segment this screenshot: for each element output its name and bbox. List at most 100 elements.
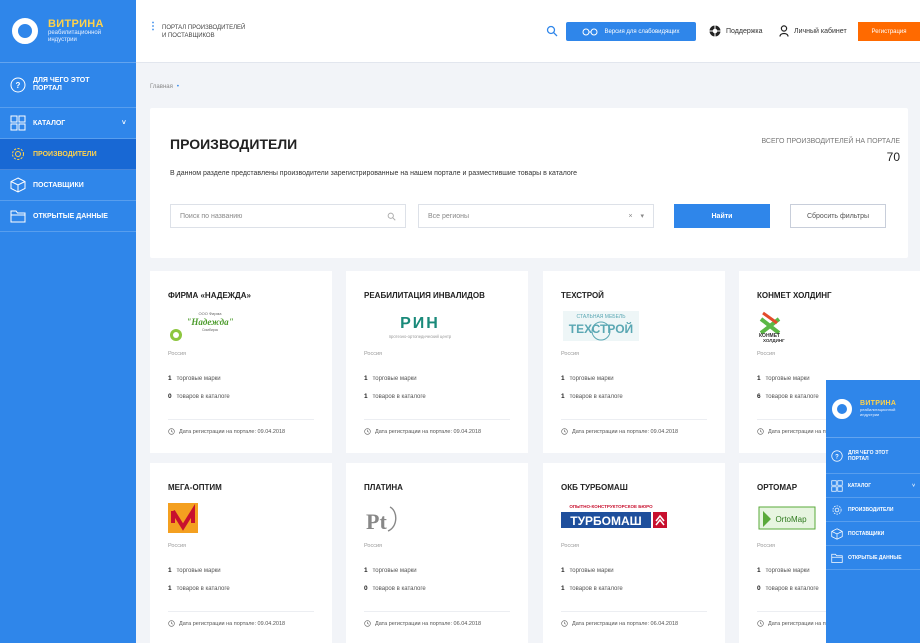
breadcrumb-home[interactable]: Главная — [150, 84, 173, 90]
logo-ring-icon — [832, 398, 852, 419]
goods-stat: 0 товаров в каталоге — [757, 585, 819, 592]
box-icon — [10, 177, 26, 193]
search-input[interactable]: Поиск по названию — [170, 204, 406, 228]
goods-stat: 1 товаров в каталоге — [561, 585, 623, 592]
manufacturer-country: Россия — [757, 351, 776, 357]
menu-dots-icon[interactable]: ⋮ — [148, 22, 158, 32]
divider — [561, 611, 707, 612]
nadezhda-logo-bottom: Симбирск — [202, 328, 219, 332]
sidebar-item-catalog-label: КАТАЛОГ — [848, 482, 872, 489]
manufacturer-country: Россия — [168, 351, 187, 357]
manufacturer-name[interactable]: КОНМЕТ ХОЛДИНГ — [757, 291, 832, 300]
turbomash-logo: ОПЫТНО-КОНСТРУКТОРСКОЕ БЮРО ТУРБОМАШ — [561, 501, 681, 535]
chevron-down-icon: ˅ — [121, 119, 126, 127]
reset-filters-button[interactable]: Сбросить фильтры — [790, 204, 886, 228]
manufacturer-name[interactable]: ОРТОМАР — [757, 483, 797, 492]
sidebar-item-about[interactable]: ? ДЛЯ ЧЕГО ЭТОТ ПОРТАЛ — [0, 63, 136, 108]
page-description: В данном разделе представлены производит… — [170, 170, 578, 177]
sidebar-item-open-data[interactable]: ОТКРЫТЫЕ ДАННЫЕ — [0, 201, 136, 232]
brand-logo[interactable]: ВИТРИНА реабилитационной индустрии — [826, 380, 920, 438]
registration-date: Дата регистрации на портале: 09.04.2018 — [364, 428, 481, 435]
sidebar-item-about-label-line2: ПОРТАЛ — [848, 455, 869, 462]
sidebar-item-about[interactable]: ? ДЛЯ ЧЕГО ЭТОТ ПОРТАЛ — [826, 438, 920, 474]
goods-stat: 1 товаров в каталоге — [364, 393, 426, 400]
region-select-value: Все регионы — [428, 212, 470, 220]
manufacturer-name[interactable]: РЕАБИЛИТАЦИЯ ИНВАЛИДОВ — [364, 291, 485, 300]
sidebar-item-catalog-label: КАТАЛОГ — [33, 119, 66, 127]
sidebar-item-suppliers[interactable]: ПОСТАВЩИКИ — [0, 170, 136, 201]
sidebar-item-suppliers-label: ПОСТАВЩИКИ — [33, 181, 84, 189]
manufacturer-card[interactable]: ФИРМА «НАДЕЖДА» ООО Фирма "Надежда" Симб… — [150, 271, 332, 453]
manufacturer-country: Россия — [561, 543, 580, 549]
support-link[interactable]: Поддержка — [709, 25, 763, 37]
tehstroy-logo-top: СТАЛЬНАЯ МЕБЕЛЬ — [577, 314, 627, 320]
top-bar: ⋮ ПОРТАЛ ПРОИЗВОДИТЕЛЕЙ И ПОСТАВЩИКОВ Ве… — [136, 0, 920, 63]
registration-date: Дата регистрации на портале: 09.04.2018 — [168, 428, 285, 435]
lifebuoy-icon — [709, 25, 721, 37]
register-button[interactable]: Регистрация — [858, 22, 920, 41]
divider — [168, 611, 314, 612]
sidebar-item-suppliers[interactable]: ПОСТАВЩИКИ — [826, 522, 920, 546]
brands-stat: 1 торговые марки — [757, 375, 810, 382]
manufacturer-name[interactable]: ТЕХСТРОЙ — [561, 291, 604, 300]
sidebar-item-manufacturers[interactable]: ПРОИЗВОДИТЕЛИ — [0, 139, 136, 170]
clock-icon — [757, 620, 764, 627]
brand-logo[interactable]: ВИТРИНА реабилитационной индустрии — [0, 0, 136, 63]
brand-subtitle-line2: индустрии — [48, 37, 77, 43]
mega-optim-logo — [168, 501, 268, 535]
goods-stat: 6 товаров в каталоге — [757, 393, 819, 400]
manufacturer-name[interactable]: ФИРМА «НАДЕЖДА» — [168, 291, 251, 300]
brand-subtitle-line2: индустрии — [860, 412, 880, 417]
find-button[interactable]: Найти — [674, 204, 770, 228]
clock-icon — [561, 620, 568, 627]
rin-logo: РИН протезно-ортопедический центр — [364, 309, 464, 343]
brands-stat: 1 торговые марки — [168, 375, 221, 382]
sidebar-item-catalog[interactable]: КАТАЛОГ ˅ — [0, 108, 136, 139]
manufacturer-name[interactable]: ПЛАТИНА — [364, 483, 403, 492]
clock-icon — [364, 428, 371, 435]
divider — [364, 611, 510, 612]
sidebar: ВИТРИНА реабилитационной индустрии ? ДЛЯ… — [0, 0, 136, 643]
support-label: Поддержка — [726, 27, 763, 35]
manufacturer-card[interactable]: МЕГА-ОПТИМ Россия 1 торговые марки 1 товар… — [150, 463, 332, 643]
tehstroy-logo-text: ТЕХСТРОЙ — [569, 321, 633, 336]
manufacturer-name[interactable]: ОКБ ТУРБОМАШ — [561, 483, 628, 492]
manufacturer-country: Россия — [168, 543, 187, 549]
breadcrumb: Главная • — [150, 84, 179, 90]
low-vision-version-button[interactable]: Версия для слабовидящих — [566, 22, 696, 41]
goods-stat: 1 товаров в каталоге — [168, 585, 230, 592]
svg-text:?: ? — [835, 454, 839, 460]
user-icon — [779, 25, 789, 37]
total-manufacturers-count: 70 — [886, 150, 900, 164]
portal-label[interactable]: ⋮ ПОРТАЛ ПРОИЗВОДИТЕЛЕЙ И ПОСТАВЩИКОВ — [148, 22, 245, 40]
logo-ring-icon — [12, 18, 38, 44]
platina-logo-text: Pt — [366, 509, 387, 534]
manufacturer-card[interactable]: РЕАБИЛИТАЦИЯ ИНВАЛИДОВ РИН протезно-орто… — [346, 271, 528, 453]
chevron-down-icon: ▾ — [640, 213, 644, 220]
sidebar-item-open-data-label: ОТКРЫТЫЕ ДАННЫЕ — [848, 554, 902, 561]
folder-icon — [831, 553, 843, 563]
brands-stat: 1 торговые марки — [561, 375, 614, 382]
clear-icon[interactable]: × — [628, 213, 632, 220]
search-icon — [387, 212, 396, 221]
brands-stat: 1 торговые марки — [757, 567, 810, 574]
manufacturer-card[interactable]: ПЛАТИНА Pt Россия 1 торговые марки 0 товар… — [346, 463, 528, 643]
region-select[interactable]: Все регионы × ▾ — [418, 204, 654, 228]
manufacturer-card[interactable]: ТЕХСТРОЙ СТАЛЬНАЯ МЕБЕЛЬ ТЕХСТРОЙ Россия… — [543, 271, 725, 453]
box-icon — [831, 527, 843, 540]
sidebar-item-about-label-line2: ПОРТАЛ — [33, 85, 62, 92]
manufacturer-card[interactable]: ОКБ ТУРБОМАШ ОПЫТНО-КОНСТРУКТОРСКОЕ БЮРО… — [543, 463, 725, 643]
glasses-icon — [582, 28, 598, 35]
brand-title: ВИТРИНА — [48, 18, 104, 30]
manufacturer-name[interactable]: МЕГА-ОПТИМ — [168, 483, 222, 492]
search-icon[interactable] — [546, 25, 558, 37]
sidebar-item-open-data[interactable]: ОТКРЫТЫЕ ДАННЫЕ — [826, 546, 920, 570]
sidebar-item-catalog[interactable]: КАТАЛОГ ˅ — [826, 474, 920, 498]
rin-logo-text: РИН — [400, 315, 440, 332]
brands-stat: 1 торговые марки — [364, 375, 417, 382]
personal-cabinet-link[interactable]: Личный кабинет — [779, 25, 847, 37]
divider — [364, 419, 510, 420]
goods-stat: 0 товаров в каталоге — [364, 585, 426, 592]
ortomar-logo-text: OrtoMap — [775, 515, 807, 524]
sidebar-item-manufacturers[interactable]: ПРОИЗВОДИТЕЛИ — [826, 498, 920, 522]
